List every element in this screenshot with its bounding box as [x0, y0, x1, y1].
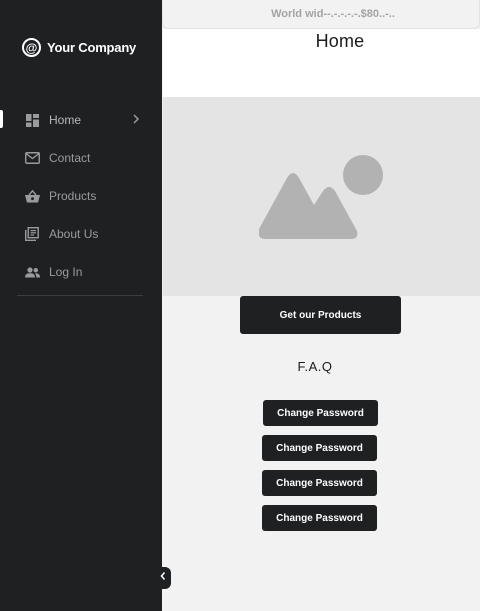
get-products-button[interactable]: Get our Products [240, 296, 401, 334]
brand-logo[interactable]: @ Your Company [22, 38, 136, 57]
page-title: Home [315, 31, 365, 51]
sidebar-item-products[interactable]: Products [0, 177, 162, 215]
change-password-button[interactable]: Change Password [262, 505, 377, 531]
sidebar-item-label: Products [49, 189, 97, 203]
brand-name: Your Company [47, 40, 137, 55]
sidebar-item-contact[interactable]: Contact [0, 139, 162, 177]
users-icon [24, 264, 40, 280]
hero-image [163, 97, 480, 296]
change-password-button[interactable]: Change Password [262, 435, 377, 461]
dashboard-icon [24, 112, 40, 128]
image-placeholder-icon [259, 155, 383, 239]
chevron-left-icon [159, 569, 167, 587]
sidebar-item-about-us[interactable]: About Us [0, 215, 162, 253]
mail-icon [24, 150, 40, 166]
sidebar-collapse-button[interactable] [154, 567, 171, 589]
faq-heading: F.A.Q [297, 359, 333, 374]
active-indicator [0, 110, 3, 128]
sidebar-item-label: Contact [49, 151, 91, 165]
sidebar-item-label: About Us [49, 227, 99, 241]
change-password-button[interactable]: Change Password [262, 470, 377, 496]
change-password-button[interactable]: Change Password [263, 400, 378, 426]
library-icon [24, 226, 40, 242]
announcement-banner: World wid--.-.-.-.-.$80..-.. [162, 0, 480, 29]
sidebar-item-log-in[interactable]: Log In [0, 253, 162, 291]
sidebar-nav: Home Contact Products About Us Log In [0, 101, 162, 291]
chevron-right-icon [132, 112, 140, 131]
banner-text: World wid--.-.-.-.-.$80..-.. [271, 8, 395, 20]
sidebar-item-label: Log In [49, 265, 83, 279]
sidebar-item-home[interactable]: Home [0, 101, 162, 139]
sidebar: @ Your Company Home Contact Products Abo… [0, 0, 162, 611]
at-icon: @ [22, 38, 41, 57]
sidebar-divider [17, 295, 143, 296]
basket-icon [24, 188, 40, 204]
sidebar-item-label: Home [49, 113, 82, 127]
